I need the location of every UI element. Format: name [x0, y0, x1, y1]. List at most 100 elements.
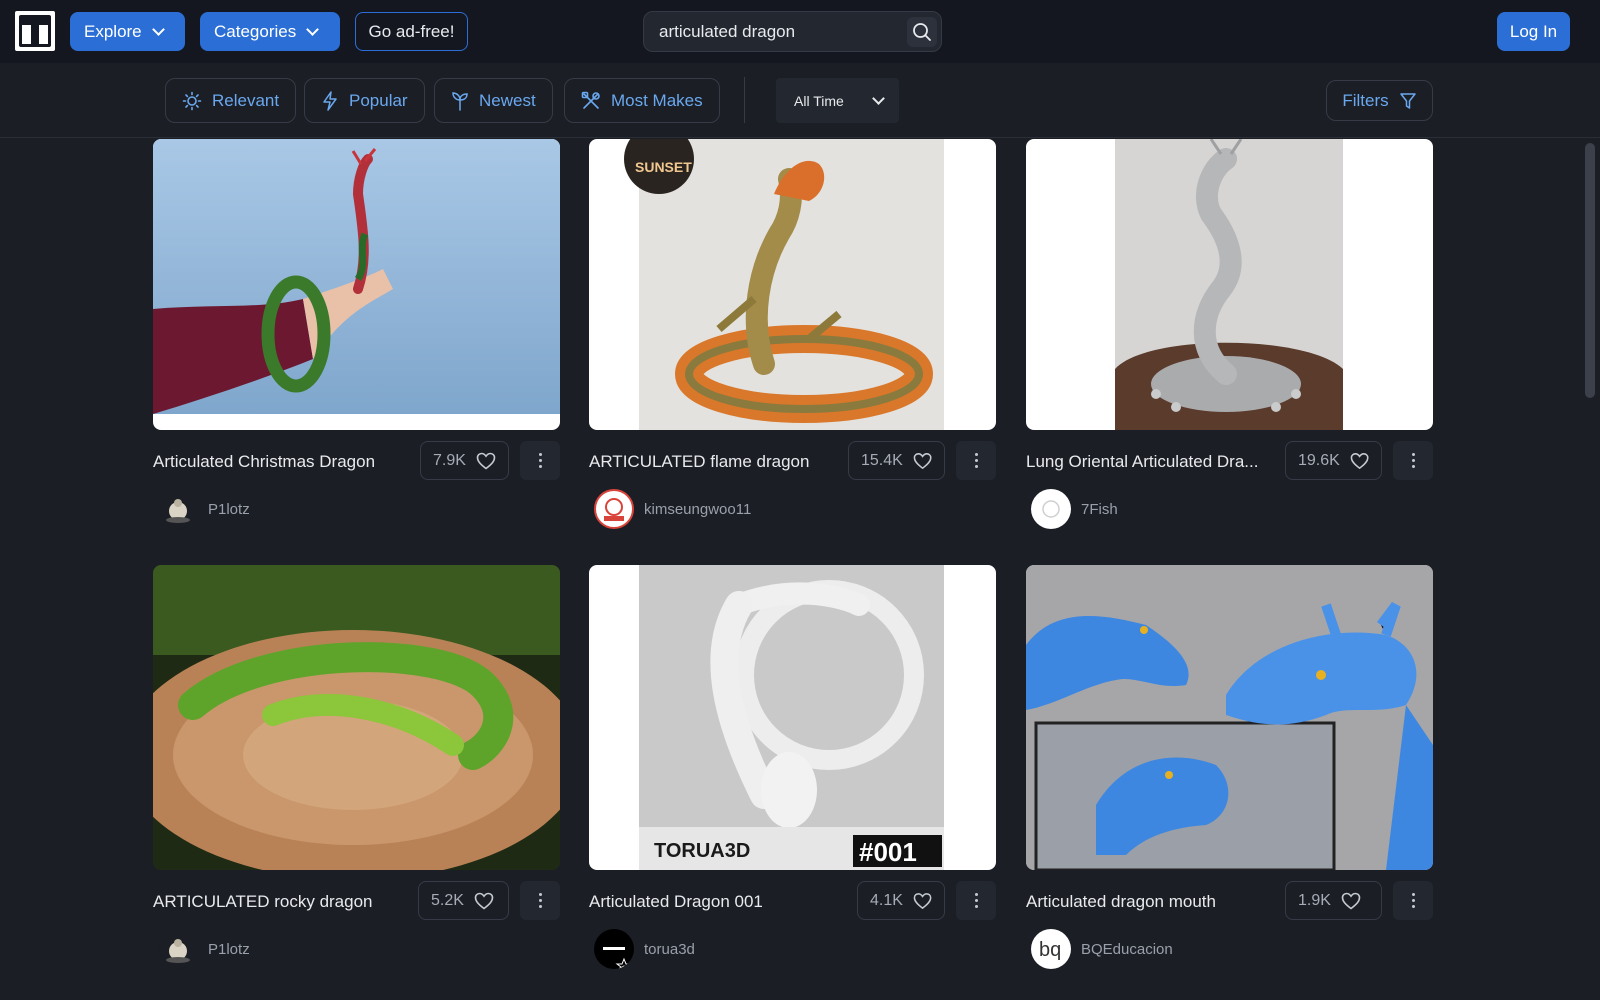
more-dot — [974, 905, 978, 908]
heart-icon — [1350, 452, 1369, 469]
heart-icon — [1341, 892, 1361, 910]
avatar-image — [166, 939, 190, 963]
thing-thumbnail[interactable] — [153, 139, 560, 430]
thumbnail-image: SUNSET — [624, 139, 944, 430]
categories-button[interactable]: Categories — [200, 12, 340, 51]
author-name[interactable]: 7Fish — [1081, 501, 1118, 518]
more-options-button[interactable] — [956, 881, 996, 920]
thing-card[interactable]: SUNSET ARTICULATED flame dragon 15.4K ki… — [589, 139, 996, 529]
author-name[interactable]: P1lotz — [208, 941, 250, 958]
thing-card[interactable]: TORUA3D #001 Articulated Dragon 001 4.1K… — [589, 565, 996, 969]
thing-thumbnail[interactable] — [1026, 139, 1433, 430]
thing-title[interactable]: ARTICULATED flame dragon — [589, 452, 839, 472]
search-input[interactable] — [659, 21, 899, 42]
more-options-button[interactable] — [520, 881, 560, 920]
like-count: 7.9K — [433, 451, 466, 469]
thing-title[interactable]: Articulated dragon mouth — [1026, 892, 1276, 912]
like-button[interactable]: 15.4K — [848, 441, 945, 480]
like-button[interactable]: 5.2K — [418, 881, 509, 920]
author-name[interactable]: BQEducacion — [1081, 941, 1173, 958]
avatar-image: bq — [1039, 939, 1061, 961]
categories-label: Categories — [214, 21, 297, 41]
thing-card[interactable]: ARTICULATED rocky dragon 5.2K P1lotz — [153, 565, 560, 969]
sort-newest-label: Newest — [479, 90, 536, 110]
top-bar: Explore Categories Go ad-free! Log In — [0, 0, 1600, 63]
more-options-button[interactable] — [956, 441, 996, 480]
lightning-icon — [323, 90, 337, 111]
author-avatar[interactable]: bq — [1031, 929, 1071, 969]
more-dot — [974, 459, 978, 462]
thing-card[interactable]: Articulated Christmas Dragon 7.9K P1lotz — [153, 139, 560, 529]
thing-title[interactable]: Lung Oriental Articulated Dra... — [1026, 452, 1264, 472]
author-avatar[interactable] — [1031, 489, 1071, 529]
filters-button[interactable]: Filters — [1326, 80, 1433, 121]
like-button[interactable]: 4.1K — [857, 881, 945, 920]
logo-bar — [20, 17, 50, 25]
sort-popular-button[interactable]: Popular — [304, 78, 425, 123]
search-icon — [913, 23, 931, 41]
more-dot — [1411, 459, 1415, 462]
author-avatar[interactable] — [158, 489, 198, 529]
search-button[interactable] — [907, 17, 937, 47]
sort-relevant-button[interactable]: Relevant — [165, 78, 297, 123]
sort-relevant-label: Relevant — [212, 90, 280, 110]
time-range-label: All Time — [794, 92, 844, 109]
thing-card[interactable]: Lung Oriental Articulated Dra... 19.6K 7… — [1026, 139, 1433, 529]
thing-thumbnail[interactable]: TORUA3D #001 — [589, 565, 996, 870]
heart-icon — [913, 452, 932, 469]
like-count: 1.9K — [1298, 891, 1331, 909]
more-dot — [1411, 899, 1415, 902]
thumbnail-image: TORUA3D #001 — [639, 565, 944, 870]
more-vertical-icon — [974, 453, 978, 456]
more-options-button[interactable] — [1393, 441, 1433, 480]
sunset-label: SUNSET — [635, 159, 692, 175]
author-avatar[interactable] — [158, 929, 198, 969]
sort-popular-label: Popular — [349, 90, 408, 110]
go-ad-free-button[interactable]: Go ad-free! — [355, 12, 468, 51]
explore-button[interactable]: Explore — [70, 12, 185, 51]
thumbnail-image — [153, 139, 560, 414]
like-count: 4.1K — [870, 891, 903, 909]
time-range-select[interactable]: All Time — [776, 78, 899, 123]
more-dot — [538, 465, 542, 468]
author-avatar[interactable] — [594, 929, 634, 969]
sprout-icon — [452, 91, 468, 111]
chevron-down-icon — [306, 22, 320, 36]
filters-label: Filters — [1342, 90, 1389, 110]
more-dot — [538, 899, 542, 902]
author-name[interactable]: P1lotz — [208, 501, 250, 518]
author-name[interactable]: torua3d — [644, 941, 695, 958]
thing-title[interactable]: Articulated Christmas Dragon — [153, 452, 411, 472]
filter-icon — [1399, 92, 1416, 109]
heart-icon — [476, 452, 496, 470]
author-avatar[interactable] — [594, 489, 634, 529]
login-button[interactable]: Log In — [1497, 12, 1570, 51]
thing-thumbnail[interactable]: SUNSET — [589, 139, 996, 430]
more-vertical-icon — [538, 453, 542, 456]
sort-divider — [744, 77, 745, 123]
author-name[interactable]: kimseungwoo11 — [644, 501, 751, 518]
page-scrollbar[interactable] — [1585, 143, 1595, 398]
sort-most-makes-button[interactable]: Most Makes — [564, 78, 720, 123]
sort-most-makes-label: Most Makes — [611, 90, 703, 110]
like-button[interactable]: 19.6K — [1285, 441, 1382, 480]
chevron-down-icon — [871, 91, 885, 105]
more-options-button[interactable] — [520, 441, 560, 480]
thing-thumbnail[interactable] — [153, 565, 560, 870]
model-number-text: #001 — [859, 837, 917, 867]
thing-title[interactable]: ARTICULATED rocky dragon — [153, 892, 408, 912]
thing-card[interactable]: Articulated dragon mouth 1.9K bq BQEduca… — [1026, 565, 1433, 969]
sort-newest-button[interactable]: Newest — [434, 78, 553, 123]
more-dot — [538, 459, 542, 462]
like-button[interactable]: 1.9K — [1285, 881, 1382, 920]
thing-title[interactable]: Articulated Dragon 001 — [589, 892, 849, 912]
thingiverse-logo[interactable] — [15, 11, 55, 51]
thing-thumbnail[interactable] — [1026, 565, 1433, 870]
more-vertical-icon — [1411, 453, 1415, 456]
more-options-button[interactable] — [1393, 881, 1433, 920]
avatar-image — [604, 498, 624, 521]
more-dot — [1411, 905, 1415, 908]
more-dot — [1411, 465, 1415, 468]
like-button[interactable]: 7.9K — [420, 441, 509, 480]
more-vertical-icon — [974, 893, 978, 896]
